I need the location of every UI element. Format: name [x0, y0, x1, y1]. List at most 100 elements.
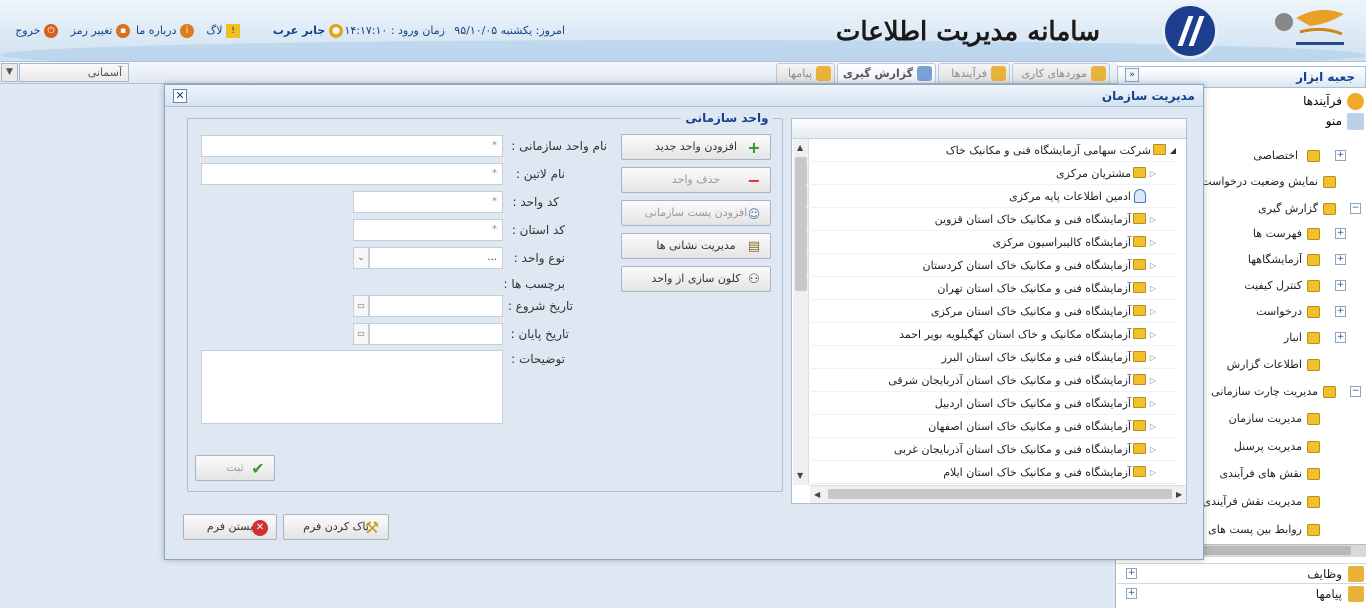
folder-icon — [1307, 254, 1320, 266]
delete-unit-button[interactable]: − حذف واحد — [621, 167, 771, 193]
collapse-icon[interactable]: − — [1350, 203, 1361, 214]
submit-button[interactable]: ✔ ثبت — [195, 455, 275, 481]
collapsed-arrow-icon[interactable]: ▷ — [1150, 323, 1156, 346]
button-label: پاک کردن فرم — [303, 520, 369, 533]
gear-icon — [1347, 93, 1364, 110]
sidebar-section-tasks[interactable]: + وظایف — [1117, 563, 1366, 583]
scroll-down-icon[interactable]: ▼ — [797, 471, 803, 480]
folder-icon — [1153, 144, 1166, 155]
collapsed-arrow-icon[interactable]: ▷ — [1150, 415, 1156, 438]
collapsed-arrow-icon[interactable]: ▷ — [1150, 438, 1156, 461]
tree-node[interactable]: ▷ آزمایشگاه فنی و مکانیک خاک استان قزوین — [806, 208, 1176, 231]
tree-node[interactable]: ▷ آزمایشگاه مکانیک و خاک استان کهگیلویه ب… — [806, 323, 1176, 346]
tab-processes[interactable]: فرآیندها — [938, 63, 1010, 83]
gear-icon — [991, 66, 1006, 81]
required-mark: * — [492, 224, 497, 235]
tree-node[interactable]: ▷ آزمایشگاه فنی و مکانیک خاک استان اردبیل — [806, 392, 1176, 415]
calendar-icon[interactable]: ▭ — [353, 295, 369, 317]
tree-node-label: آزمایشگاه کالیبراسیون مرکزی — [992, 236, 1131, 249]
about-link[interactable]: i درباره ما — [132, 22, 194, 40]
calendar-icon[interactable]: ▭ — [353, 323, 369, 345]
log-link[interactable]: ! لاگ — [196, 22, 240, 40]
expand-icon[interactable]: + — [1335, 332, 1346, 343]
collapsed-arrow-icon[interactable]: ▷ — [1150, 162, 1156, 185]
required-mark: * — [492, 196, 497, 207]
unit-code-label: کد واحد : — [512, 195, 559, 209]
tree-node[interactable]: ادمین اطلاعات پایه مرکزی — [806, 185, 1176, 208]
collapsed-arrow-icon[interactable]: ▷ — [1150, 300, 1156, 323]
collapse-icon[interactable]: − — [1350, 386, 1361, 397]
expanded-arrow-icon[interactable]: ◢ — [1170, 139, 1176, 162]
tab-label: گزارش گیری — [842, 67, 913, 80]
item-label: درخواست — [1256, 305, 1302, 318]
expand-icon[interactable]: + — [1126, 568, 1137, 579]
tree-node[interactable]: ▷ آزمایشگاه فنی و مکانیک خاک استان آذربای… — [806, 438, 1176, 461]
theme-select[interactable]: آسمانی — [19, 63, 129, 82]
tree-node-label: آزمایشگاه فنی و مکانیک خاک استان البرز — [941, 351, 1131, 364]
end-date-input[interactable] — [369, 323, 503, 345]
tree-node-label: آزمایشگاه فنی و مکانیک خاک استان ایلام — [943, 466, 1131, 479]
collapsed-arrow-icon[interactable]: ▷ — [1150, 231, 1156, 254]
tab-reporting[interactable]: گزارش گیری — [837, 63, 936, 83]
folder-icon — [1133, 374, 1146, 385]
chevron-down-icon[interactable]: ▼ — [1, 63, 18, 82]
item-label: مدیریت پرسنل — [1233, 440, 1302, 453]
change-password-link[interactable]: ▪ تغییر رمز — [62, 22, 130, 40]
collapsed-arrow-icon[interactable]: ▷ — [1150, 208, 1156, 231]
collapsed-arrow-icon[interactable]: ▷ — [1150, 254, 1156, 277]
tree-horizontal-scroll-thumb[interactable] — [828, 489, 1172, 499]
logout-link[interactable]: ⏻ خروج — [8, 22, 58, 40]
user-name-link[interactable]: ● جابر عرب — [265, 22, 343, 40]
expand-icon[interactable]: + — [1335, 280, 1346, 291]
menu-icon — [1347, 113, 1364, 130]
unit-type-select[interactable]: ... — [369, 247, 503, 269]
work-items-icon — [1091, 66, 1106, 81]
folder-icon — [1323, 203, 1336, 215]
expand-icon[interactable]: + — [1126, 588, 1137, 599]
clone-unit-button[interactable]: ⚇ کلون سازی از واحد — [621, 266, 771, 292]
add-post-button[interactable]: ☺ افزودن پست سازمانی — [621, 200, 771, 226]
collapsed-arrow-icon[interactable]: ▷ — [1150, 369, 1156, 392]
tree-node[interactable]: ▷ آزمایشگاه فنی و مکانیک خاک استان اصفهان — [806, 415, 1176, 438]
item-label: مدیریت سازمان — [1228, 412, 1302, 425]
tree-node[interactable]: ▷ مشتریان مرکزی — [806, 162, 1176, 185]
collapsed-arrow-icon[interactable]: ▷ — [1150, 392, 1156, 415]
tree-node[interactable]: ▷ آزمایشگاه فنی و مکانیک خاک استان مرکزی — [806, 300, 1176, 323]
collapsed-arrow-icon[interactable]: ▷ — [1150, 346, 1156, 369]
tree-node[interactable]: ▷ آزمایشگاه فنی و مکانیک خاک استان البرز — [806, 346, 1176, 369]
tree-node-label: آزمایشگاه فنی و مکانیک خاک استان تهران — [937, 282, 1131, 295]
collapsed-arrow-icon[interactable]: ▷ — [1150, 277, 1156, 300]
clear-form-button[interactable]: ⚒ پاک کردن فرم — [283, 514, 389, 540]
tree-node[interactable]: ▷ آزمایشگاه کالیبراسیون مرکزی — [806, 231, 1176, 254]
add-unit-button[interactable]: + افزودن واحد جدید — [621, 134, 771, 160]
expand-icon[interactable]: + — [1335, 228, 1346, 239]
start-date-input[interactable] — [369, 295, 503, 317]
scroll-left-icon[interactable]: ◀ — [814, 490, 820, 499]
manage-addresses-button[interactable]: ▤ مدیریت نشانی ها — [621, 233, 771, 259]
collapse-sidebar-icon[interactable]: » — [1125, 68, 1139, 82]
latin-name-input[interactable]: * — [201, 163, 503, 185]
tree-node[interactable]: ▷ آزمایشگاه فنی و مکانیک خاک استان ایلام — [806, 461, 1176, 484]
scroll-right-icon[interactable]: ▶ — [1176, 490, 1182, 499]
tab-work-items[interactable]: موردهای کاری — [1012, 63, 1110, 83]
expand-icon[interactable]: + — [1335, 306, 1346, 317]
tree-node[interactable]: ▷ آزمایشگاه فنی و مکانیک خاک استان کردستا… — [806, 254, 1176, 277]
tree-node-label: آزمایشگاه فنی و مکانیک خاک استان مرکزی — [930, 305, 1131, 318]
unit-name-input[interactable]: * — [201, 135, 503, 157]
tree-node-root[interactable]: ◢ شرکت سهامی آزمایشگاه فنی و مکانیک خاک — [806, 139, 1176, 162]
chevron-down-icon[interactable]: ⌄ — [353, 247, 369, 269]
sidebar-section-messages[interactable]: + پیامها — [1117, 583, 1366, 603]
tree-node[interactable]: ▷ آزمایشگاه فنی و مکانیک خاک استان آذربای… — [806, 369, 1176, 392]
unit-code-input[interactable]: * — [353, 191, 503, 213]
close-icon[interactable]: ✕ — [173, 89, 187, 103]
scroll-up-icon[interactable]: ▲ — [797, 143, 803, 152]
close-form-button[interactable]: ✕ بستن فرم — [183, 514, 277, 540]
province-code-input[interactable]: * — [353, 219, 503, 241]
folder-icon — [1133, 328, 1146, 339]
collapsed-arrow-icon[interactable]: ▷ — [1150, 461, 1156, 484]
tab-messages[interactable]: پیامها — [776, 63, 835, 83]
description-textarea[interactable] — [201, 350, 503, 424]
expand-icon[interactable]: + — [1335, 254, 1346, 265]
expand-icon[interactable]: + — [1335, 150, 1346, 161]
tree-node[interactable]: ▷ آزمایشگاه فنی و مکانیک خاک استان تهران — [806, 277, 1176, 300]
